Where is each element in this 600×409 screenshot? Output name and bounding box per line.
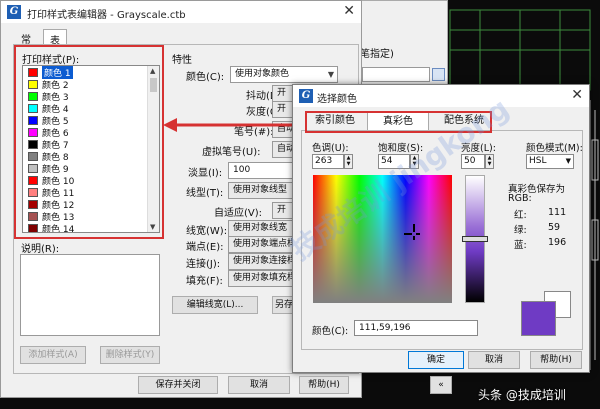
save-close-button[interactable]: 保存并关闭 [138,376,218,394]
blue-label: 蓝: [514,240,527,251]
color-value-label: 颜色(C): [312,326,349,337]
highlight-box-styles [14,45,164,239]
delete-style-button[interactable]: 删除样式(Y) [100,346,160,364]
screening-field[interactable]: 100 [228,162,294,179]
dialog-title: 打印样式表编辑器 - Grayscale.ctb [27,10,186,21]
fillstyle-combo[interactable]: 使用对象填充样 [228,270,294,287]
grayscale-combo[interactable]: 开 [272,101,294,118]
virtual-pen-field[interactable]: 自动 [272,141,294,158]
color-close-icon[interactable]: ✕ [571,87,583,103]
pen-assignment-label: 笔指定) [360,49,394,60]
fillstyle-label: 填充(F): [186,276,223,287]
lineweight-label: 线宽(W): [186,226,228,237]
help-button[interactable]: 帮助(H) [299,376,349,394]
green-value: 59 [548,222,561,233]
color-combo-value: 使用对象颜色 [235,69,290,79]
linetype-label: 线型(T): [186,188,224,199]
cancel-button[interactable]: 取消 [228,376,290,394]
green-label: 绿: [514,225,527,236]
luminance-handle[interactable] [462,236,488,242]
rgb-title-2: RGB: [508,193,532,204]
hue-spinner-icon[interactable]: ▲ ▼ [344,154,353,169]
chevron-down-icon: ▼ [565,157,571,165]
crosshair-icon [404,224,420,240]
color-combo[interactable]: 使用对象颜色 ▼ [230,66,338,83]
hue-input[interactable]: 263 [312,154,344,169]
close-icon[interactable]: ✕ [343,3,355,19]
chevron-left-icon[interactable]: « [430,376,452,394]
edit-lineweights-button[interactable]: 编辑线宽(L)... [172,296,258,314]
endstyle-label: 端点(E): [186,242,224,253]
bg-combo[interactable] [362,67,430,82]
screening-label: 淡显(I): [188,168,223,179]
hue-label: 色调(U): [312,143,349,154]
color-help-button[interactable]: 帮助(H) [530,351,582,369]
color-model-label: 颜色模式(M): [526,143,583,154]
background-window: 笔指定) [355,0,448,95]
new-color-swatch [521,301,556,336]
linetype-combo[interactable]: 使用对象线型 [228,182,294,199]
tab-table-view[interactable]: 表格视图 [43,29,67,92]
color-title-bar: G 选择颜色 ✕ [293,85,589,107]
add-style-button[interactable]: 添加样式(A) [20,346,86,364]
app-logo-icon: G [7,5,21,19]
blue-value: 196 [548,237,567,248]
color-cancel-button[interactable]: 取消 [468,351,520,369]
ok-button[interactable]: 确定 [408,351,464,369]
luminance-spinner-icon[interactable]: ▲ ▼ [485,154,494,169]
color-model-value: HSL [529,156,547,166]
color-model-combo[interactable]: HSL ▼ [526,154,574,169]
title-bar: G 打印样式表编辑器 - Grayscale.ctb ✕ [1,1,361,23]
printer-icon[interactable] [432,68,445,81]
adaptive-label: 自适应(V): [214,208,263,219]
red-label: 红: [514,210,527,221]
description-textarea[interactable] [20,254,160,336]
joinstyle-combo[interactable]: 使用对象连接样 [228,253,294,270]
color-app-logo-icon: G [299,89,313,103]
red-value: 111 [548,207,567,218]
color-dialog-title: 选择颜色 [317,94,357,105]
joinstyle-label: 连接(J): [186,259,221,270]
credit-text: 头条 @技成培训 [478,388,566,402]
tab-general[interactable]: 常规 [15,29,37,61]
dither-combo[interactable]: 开 [272,85,294,102]
color-value-input[interactable]: 111,59,196 [354,320,478,336]
virtual-pen-label: 虚拟笔号(U): [202,147,261,158]
description-label: 说明(R): [21,244,60,255]
red-arrow-annotation [163,118,301,132]
properties-group-label: 特性 [172,55,192,66]
color-label: 颜色(C): [186,72,225,83]
chevron-down-icon: ▼ [327,70,334,79]
adaptive-combo[interactable]: 开 [272,202,294,219]
